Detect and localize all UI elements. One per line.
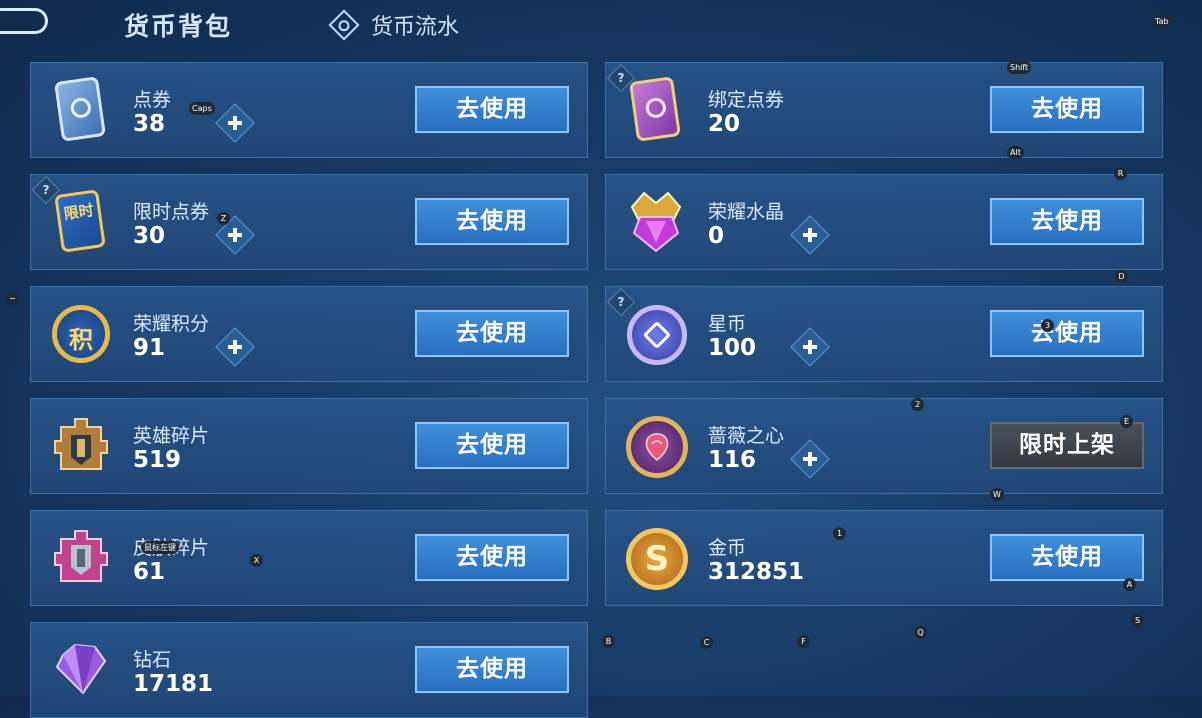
key-hint: R <box>1114 167 1127 180</box>
limited-listing-badge: 限时上架 <box>990 422 1144 469</box>
add-glory-points-button[interactable] <box>215 327 255 367</box>
header: 货币背包 货币流水 <box>0 0 1202 50</box>
use-coupon-button[interactable]: 去使用 <box>415 86 569 133</box>
add-rose-heart-button[interactable] <box>790 439 830 479</box>
back-arrow-icon <box>0 8 48 34</box>
currency-name: 钻石 <box>133 649 172 671</box>
key-hint: − <box>6 292 19 305</box>
star-coin-icon <box>624 301 688 367</box>
currency-card-hero-fragment: 英雄碎片 519 去使用 <box>30 398 588 494</box>
key-hint: Caps <box>189 102 215 115</box>
key-hint: Alt <box>1007 146 1024 159</box>
currency-card-star-coin: ? 星币 100 去使用 <box>605 286 1163 382</box>
currency-amount: 312851 <box>708 559 805 585</box>
currency-amount: 20 <box>708 111 741 137</box>
key-hint: 1 <box>833 527 846 540</box>
currency-name: 绑定点券 <box>708 89 785 111</box>
skin-fragment-icon <box>49 525 113 591</box>
key-hint: W <box>990 488 1004 501</box>
add-glory-crystal-button[interactable] <box>790 215 830 255</box>
currency-card-gold: S 金币 312851 去使用 <box>605 510 1163 606</box>
use-skin-fragment-button[interactable]: 去使用 <box>415 534 569 581</box>
rose-heart-icon <box>624 413 688 479</box>
currency-name: 限时点券 <box>133 201 210 223</box>
use-star-coin-button[interactable]: 去使用 <box>990 310 1144 357</box>
back-button[interactable] <box>0 6 52 36</box>
currency-card-diamond: 钻石 17181 去使用 <box>30 622 588 718</box>
currency-amount: 30 <box>133 223 166 249</box>
key-hint: Shift <box>1007 61 1032 74</box>
key-hint: 2 <box>911 398 924 411</box>
currency-card-glory-points: 积 荣耀积分 91 去使用 <box>30 286 588 382</box>
currency-name: 金币 <box>708 537 747 559</box>
currency-name: 点券 <box>133 89 172 111</box>
currency-card-limited-coupon: ? 限时 限时点券 30 去使用 <box>30 174 588 270</box>
key-hint: D <box>1115 270 1128 283</box>
key-hint: A <box>1123 578 1136 591</box>
hero-fragment-icon <box>49 413 113 479</box>
key-hint: X <box>250 554 263 567</box>
currency-name: 星币 <box>708 313 747 335</box>
currency-amount: 61 <box>133 559 166 585</box>
currency-amount: 519 <box>133 447 182 473</box>
coupon-icon <box>49 76 113 143</box>
flow-icon <box>328 9 360 41</box>
key-hint: C <box>700 636 713 649</box>
currency-card-glory-crystal: 荣耀水晶 0 去使用 <box>605 174 1163 270</box>
currency-card-coupon: 点券 38 去使用 <box>30 62 588 158</box>
tab-currency-flow-label: 货币流水 <box>371 15 460 40</box>
limited-coupon-icon: 限时 <box>49 189 113 255</box>
use-glory-points-button[interactable]: 去使用 <box>415 310 569 357</box>
currency-amount: 17181 <box>133 671 214 697</box>
key-hint: E <box>1120 415 1133 428</box>
currency-name: 荣耀水晶 <box>708 201 785 223</box>
currency-name: 蔷薇之心 <box>708 425 785 447</box>
currency-amount: 0 <box>708 223 725 249</box>
glory-crystal-icon <box>624 189 688 255</box>
currency-card-bound-coupon: ? 绑定点券 20 去使用 <box>605 62 1163 158</box>
currency-amount: 116 <box>708 447 757 473</box>
add-coupon-button[interactable] <box>215 103 255 143</box>
bound-coupon-icon <box>624 76 688 143</box>
key-hint: Tab <box>1152 15 1172 28</box>
currency-amount: 38 <box>133 111 166 137</box>
key-hint: Q <box>914 626 927 639</box>
key-hint: S <box>1131 614 1144 627</box>
diamond-icon <box>49 637 113 703</box>
use-bound-coupon-button[interactable]: 去使用 <box>990 86 1144 133</box>
key-hint: 鼠标左键 <box>141 541 179 554</box>
use-hero-fragment-button[interactable]: 去使用 <box>415 422 569 469</box>
currency-name: 英雄碎片 <box>133 425 210 447</box>
use-glory-crystal-button[interactable]: 去使用 <box>990 198 1144 245</box>
use-limited-coupon-button[interactable]: 去使用 <box>415 198 569 245</box>
key-hint: 3 <box>1041 319 1054 332</box>
currency-amount: 91 <box>133 335 166 361</box>
use-diamond-button[interactable]: 去使用 <box>415 646 569 693</box>
currency-card-rose-heart: 蔷薇之心 116 限时上架 <box>605 398 1163 494</box>
currency-card-skin-fragment: 皮肤碎片 61 去使用 <box>30 510 588 606</box>
key-hint: Z <box>217 212 230 225</box>
use-gold-button[interactable]: 去使用 <box>990 534 1144 581</box>
gold-coin-icon: S <box>624 525 688 591</box>
currency-name: 荣耀积分 <box>133 313 210 335</box>
page-title: 货币背包 <box>124 12 233 41</box>
tab-currency-flow[interactable]: 货币流水 <box>328 9 460 41</box>
key-hint: B <box>602 635 615 648</box>
currency-amount: 100 <box>708 335 757 361</box>
key-hint: F <box>797 635 810 648</box>
add-star-coin-button[interactable] <box>790 327 830 367</box>
glory-points-icon: 积 <box>49 301 113 367</box>
